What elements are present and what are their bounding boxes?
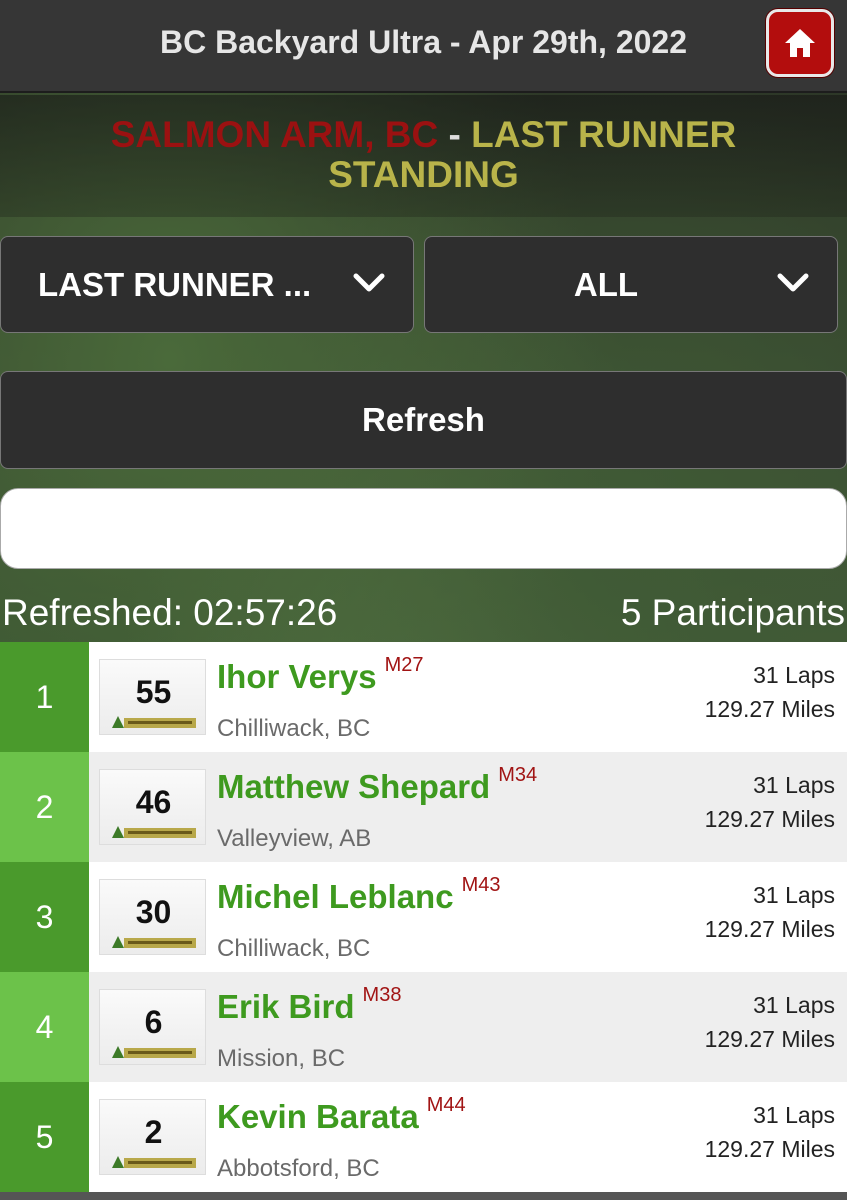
runner-category: M38 (362, 984, 402, 1006)
rank-cell: 4 (0, 972, 89, 1082)
ultrasignup-logo-icon (112, 936, 196, 948)
ultrasignup-logo-icon (112, 1046, 196, 1058)
event-banner: SALMON ARM, BC - LAST RUNNER STANDING (0, 95, 847, 217)
runner-name[interactable]: Erik Bird M38 (217, 984, 401, 1026)
event-separator: - (448, 114, 461, 155)
bib-badge: 55 (99, 659, 206, 735)
runner-name-text[interactable]: Erik Bird (217, 988, 355, 1025)
chevron-down-icon (353, 273, 385, 292)
bib-number: 55 (135, 674, 172, 710)
runner-laps: 31 Laps (753, 772, 835, 798)
rank-cell: 3 (0, 862, 89, 972)
rank-cell: 1 (0, 642, 89, 752)
result-row[interactable]: 1 55 Ihor Verys M27 Chilliwack, BC 31 Lap… (0, 642, 847, 752)
participant-count: 5 Participants (620, 592, 845, 633)
runner-laps: 31 Laps (753, 662, 835, 688)
bib-badge: 2 (99, 1099, 206, 1175)
runner-category: M43 (461, 874, 501, 896)
runner-city: Valleyview, AB (217, 825, 372, 852)
runner-miles: 129.27 Miles (704, 696, 835, 722)
race-select-value: LAST RUNNER ... (38, 265, 312, 303)
runner-city: Mission, BC (217, 1045, 346, 1072)
runner-city: Chilliwack, BC (217, 715, 371, 742)
refreshed-time: Refreshed: 02:57:26 (2, 592, 338, 633)
home-button[interactable] (766, 9, 834, 77)
group-select[interactable]: ALL (424, 236, 838, 333)
result-row[interactable]: 4 6 Erik Bird M38 Mission, BC 31 Laps 129… (0, 972, 847, 1082)
app-header: BC Backyard Ultra - Apr 29th, 2022 (0, 0, 847, 93)
runner-laps: 31 Laps (753, 1102, 835, 1128)
status-bar: Refreshed: 02:57:26 5 Participants (0, 590, 847, 640)
ultrasignup-logo-icon (112, 1156, 196, 1168)
ultrasignup-logo-icon (112, 716, 196, 728)
page-title: BC Backyard Ultra - Apr 29th, 2022 (159, 24, 687, 60)
runner-miles: 129.27 Miles (704, 916, 835, 942)
runner-name[interactable]: Kevin Barata M44 (217, 1094, 466, 1136)
group-select-value: ALL (573, 265, 639, 303)
refresh-button[interactable]: Refresh (0, 371, 847, 469)
event-heading: SALMON ARM, BC - LAST RUNNER STANDING (40, 115, 807, 195)
bib-number: 2 (144, 1114, 163, 1150)
results-list: 1 55 Ihor Verys M27 Chilliwack, BC 31 Lap… (0, 642, 847, 1192)
runner-laps: 31 Laps (753, 992, 835, 1018)
runner-category: M27 (384, 654, 424, 676)
bib-badge: 46 (99, 769, 206, 845)
bib-number: 30 (135, 894, 172, 930)
runner-laps: 31 Laps (753, 882, 835, 908)
runner-category: M44 (426, 1094, 466, 1116)
runner-category: M34 (498, 764, 538, 786)
bib-badge: 6 (99, 989, 206, 1065)
rank-cell: 5 (0, 1082, 89, 1192)
rank-cell: 2 (0, 752, 89, 862)
runner-name[interactable]: Michel Leblanc M43 (217, 874, 500, 916)
home-icon (785, 29, 815, 57)
runner-name-text[interactable]: Michel Leblanc (217, 878, 454, 915)
race-select[interactable]: LAST RUNNER ... (0, 236, 414, 333)
runner-miles: 129.27 Miles (704, 1026, 835, 1052)
runner-miles: 129.27 Miles (704, 806, 835, 832)
runner-name[interactable]: Ihor Verys M27 (217, 654, 424, 696)
runner-name-text[interactable]: Matthew Shepard (217, 768, 490, 805)
ultrasignup-logo-icon (112, 826, 196, 838)
bib-number: 46 (135, 784, 172, 820)
runner-name-text[interactable]: Kevin Barata (217, 1098, 419, 1135)
runner-city: Abbotsford, BC (217, 1155, 380, 1182)
result-row[interactable]: 5 2 Kevin Barata M44 Abbotsford, BC 31 La… (0, 1082, 847, 1192)
result-row[interactable]: 2 46 Matthew Shepard M34 Valleyview, AB 3… (0, 752, 847, 862)
event-location: SALMON ARM, BC (110, 114, 439, 155)
chevron-down-icon (777, 273, 809, 292)
runner-miles: 129.27 Miles (704, 1136, 835, 1162)
bottom-divider (0, 1192, 847, 1200)
runner-city: Chilliwack, BC (217, 935, 371, 962)
bib-badge: 30 (99, 879, 206, 955)
result-row[interactable]: 3 30 Michel Leblanc M43 Chilliwack, BC 31… (0, 862, 847, 972)
runner-name[interactable]: Matthew Shepard M34 (217, 764, 537, 806)
bib-number: 6 (144, 1004, 163, 1040)
runner-name-text[interactable]: Ihor Verys (217, 658, 377, 695)
search-input[interactable] (0, 488, 847, 569)
